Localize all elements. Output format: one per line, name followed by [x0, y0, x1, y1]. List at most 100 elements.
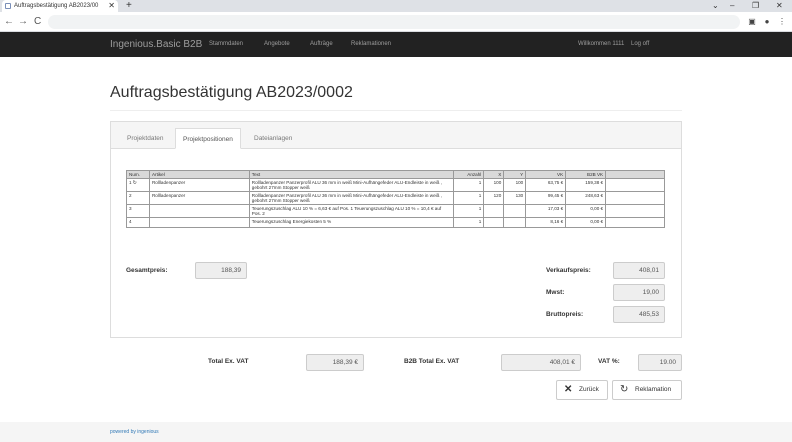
tab-projektpositionen[interactable]: Projektpositionen: [175, 128, 241, 149]
row-anzahl: 1: [453, 191, 485, 205]
row-y: [503, 217, 527, 228]
row-num: 3: [126, 204, 150, 218]
table-row[interactable]: 1↻ Rollladenpanzer Rollladenpanzer Panze…: [126, 178, 665, 192]
footer: powered by ingenious: [0, 422, 792, 442]
total-ex-vat-field[interactable]: 188,39 €: [306, 354, 364, 371]
row-num: 4: [126, 217, 150, 228]
gesamtpreis-field[interactable]: 188,39: [195, 262, 247, 279]
total-ex-vat-label: Total Ex. VAT: [208, 358, 249, 365]
table-row[interactable]: 2 Rollladenpanzer Rollladenpanzer Panzer…: [126, 191, 665, 205]
footer-text[interactable]: powered by ingenious: [110, 422, 159, 442]
bruttopreis-label: Bruttopreis:: [546, 311, 584, 318]
nav-reklamationen[interactable]: Reklamationen: [351, 32, 391, 57]
row-text: Teuerungszuschlag Energiekosten 5 %: [248, 217, 455, 228]
back-arrow-icon[interactable]: ←: [4, 15, 14, 29]
row-b2b-vk: 248,63 €: [565, 191, 607, 205]
brand-link[interactable]: Ingenious.Basic B2B: [110, 32, 202, 57]
col-num: Num.: [126, 170, 150, 179]
back-button-label: Zurück: [579, 386, 599, 393]
row-y: 100: [503, 178, 527, 192]
row-num: 1: [129, 180, 132, 185]
page-title: Auftragsbestätigung AB2023/0002: [110, 84, 353, 101]
project-panel: Projektdaten Projektpositionen Dateianla…: [110, 121, 682, 338]
side-panel-icon[interactable]: ▣: [747, 16, 757, 28]
table-row[interactable]: 4 Teuerungszuschlag Energiekosten 5 % 1 …: [126, 217, 665, 228]
b2b-total-label: B2B Total Ex. VAT: [404, 358, 460, 365]
verkaufspreis-label: Verkaufspreis:: [546, 267, 591, 274]
nav-stammdaten[interactable]: Stammdaten: [209, 32, 243, 57]
tab-dateianlagen[interactable]: Dateianlagen: [247, 128, 299, 149]
reload-icon[interactable]: C: [34, 15, 41, 29]
bruttopreis-field[interactable]: 485,53: [613, 306, 665, 323]
window-close-icon[interactable]: ✕: [776, 0, 783, 12]
col-y: Y: [503, 170, 527, 179]
page-favicon-icon: [5, 3, 11, 9]
row-text: Teuerungszuschlag ALU 10 % = 6,63 € auf …: [248, 204, 455, 218]
reklamation-button[interactable]: ↻ Reklamation: [612, 380, 682, 400]
tab-projektdaten[interactable]: Projektdaten: [120, 128, 171, 149]
reload-icon: ↻: [620, 384, 629, 395]
row-anzahl: 1: [453, 204, 485, 218]
col-text: Text: [248, 170, 455, 179]
row-anzahl: 1: [453, 178, 485, 192]
row-empty: [605, 204, 665, 218]
row-vk: 63,75 €: [525, 178, 567, 192]
reload-icon[interactable]: ↻: [133, 180, 137, 186]
row-b2b-vk: 0,00 €: [565, 204, 607, 218]
positions-table: Num. Artikel Text Anzahl X Y VK B2B VK 1…: [126, 170, 665, 228]
reklamation-button-label: Reklamation: [635, 386, 672, 393]
row-x: 100: [483, 178, 505, 192]
row-y: 130: [503, 191, 527, 205]
table-row[interactable]: 3 Teuerungszuschlag ALU 10 % = 6,63 € au…: [126, 204, 665, 218]
address-bar-row: ← → C ▣ ● ⋮: [0, 12, 792, 32]
mwst-field[interactable]: 19,00: [613, 284, 665, 301]
tab-close-icon[interactable]: ✕: [108, 0, 115, 12]
row-artikel: [148, 217, 250, 228]
row-text: Rollladenpanzer Panzerprofil ALU 36 mm i…: [248, 191, 455, 205]
nav-welcome[interactable]: Willkommen 1111: [578, 32, 624, 57]
title-divider: [110, 110, 682, 111]
row-x: [483, 217, 505, 228]
row-empty: [605, 217, 665, 228]
table-header-row: Num. Artikel Text Anzahl X Y VK B2B VK: [126, 170, 665, 179]
maximize-icon[interactable]: ❐: [752, 0, 759, 12]
app-navbar: Ingenious.Basic B2B Stammdaten Angebote …: [0, 32, 792, 57]
vat-field[interactable]: 19.00: [638, 354, 682, 371]
col-empty: [605, 170, 665, 179]
forward-arrow-icon[interactable]: →: [18, 15, 28, 29]
col-anzahl: Anzahl: [453, 170, 485, 179]
col-vk: VK: [525, 170, 567, 179]
address-input[interactable]: [48, 15, 740, 29]
tab-title: Auftragsbestätigung AB2023/00: [14, 3, 99, 9]
mwst-label: Mwst:: [546, 289, 565, 296]
minimize-icon[interactable]: –: [730, 0, 734, 12]
new-tab-button[interactable]: +: [126, 0, 132, 12]
row-artikel: Rollladenpanzer: [148, 191, 250, 205]
close-x-icon: ✕: [564, 384, 573, 395]
back-button[interactable]: ✕ Zurück: [556, 380, 608, 400]
row-vk: 99,45 €: [525, 191, 567, 205]
gesamtpreis-label: Gesamtpreis:: [126, 267, 168, 274]
nav-auftraege[interactable]: Aufträge: [310, 32, 333, 57]
profile-icon[interactable]: ●: [762, 16, 772, 28]
row-num: 2: [126, 191, 150, 205]
row-x: [483, 204, 505, 218]
verkaufspreis-field[interactable]: 408,01: [613, 262, 665, 279]
menu-dots-icon[interactable]: ⋮: [777, 16, 787, 28]
row-text: Rollladenpanzer Panzerprofil ALU 36 mm i…: [248, 178, 455, 192]
col-x: X: [483, 170, 505, 179]
b2b-total-field[interactable]: 408,01 €: [501, 354, 581, 371]
row-b2b-vk: 159,38 €: [565, 178, 607, 192]
row-y: [503, 204, 527, 218]
row-vk: 8,16 €: [525, 217, 567, 228]
nav-logoff[interactable]: Log off: [631, 32, 649, 57]
browser-tab[interactable]: Auftragsbestätigung AB2023/00 ✕: [2, 0, 118, 12]
tab-search-icon[interactable]: ⌄: [712, 0, 719, 12]
row-empty: [605, 191, 665, 205]
row-empty: [605, 178, 665, 192]
row-x: 120: [483, 191, 505, 205]
nav-angebote[interactable]: Angebote: [264, 32, 290, 57]
col-artikel: Artikel: [148, 170, 250, 179]
panel-tabs: Projektdaten Projektpositionen Dateianla…: [111, 122, 681, 149]
browser-tabbar: Auftragsbestätigung AB2023/00 ✕ + ⌄ – ❐ …: [0, 0, 792, 12]
